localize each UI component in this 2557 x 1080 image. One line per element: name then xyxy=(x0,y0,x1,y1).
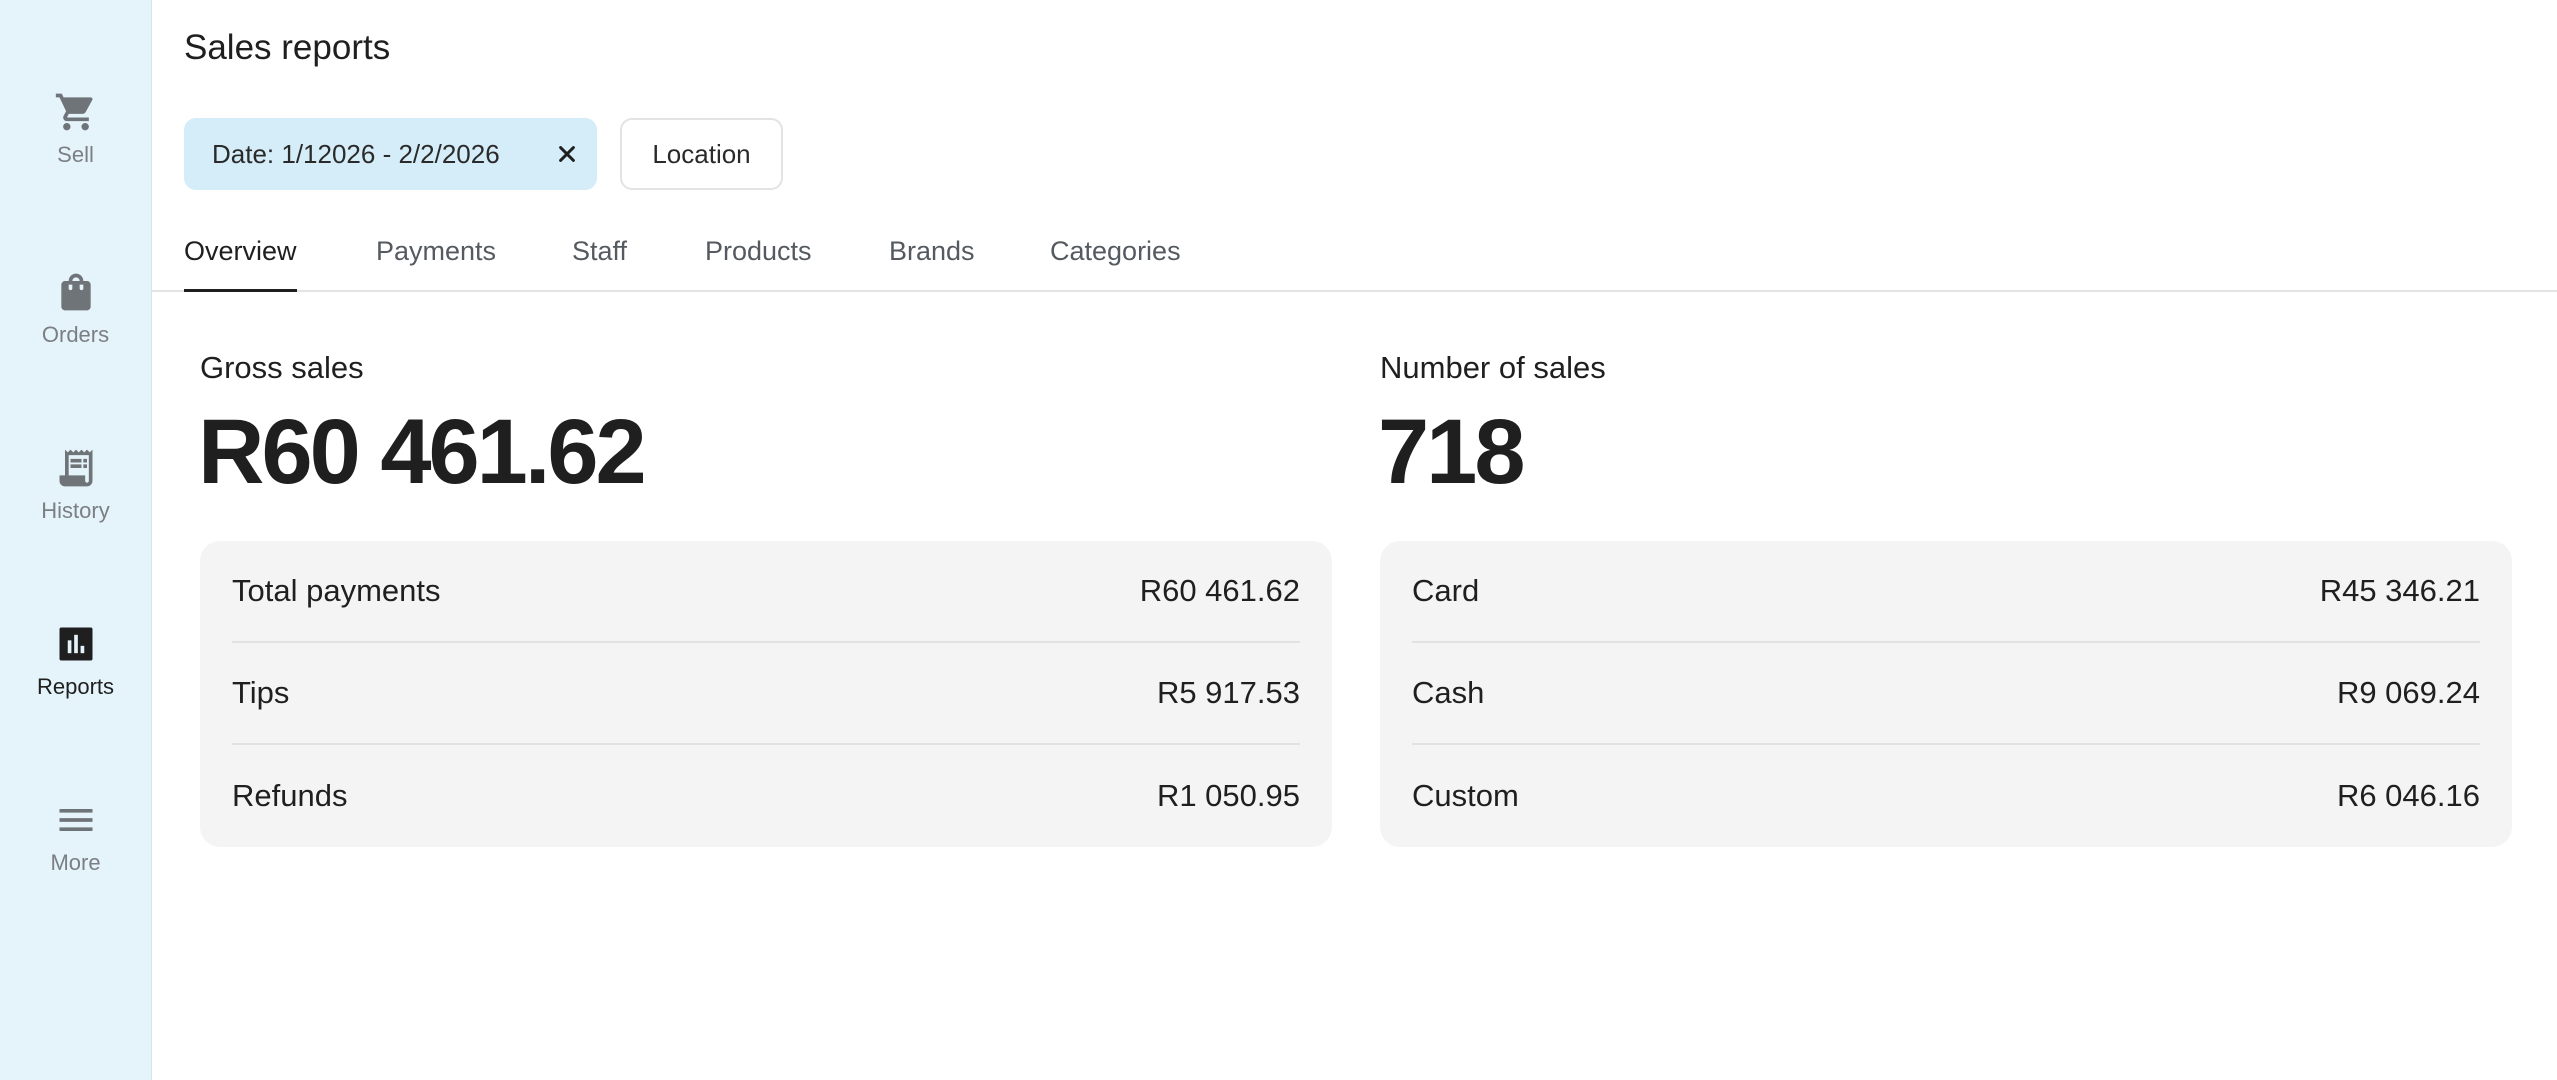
tab-products[interactable]: Products xyxy=(705,236,812,292)
sidebar-item-label: Reports xyxy=(36,674,115,699)
report-tabs: Overview Payments Staff Products Brands … xyxy=(152,230,2557,292)
breakdown-row-total-payments: Total payments R60 461.62 xyxy=(232,541,1300,643)
sidebar-item-label: Orders xyxy=(41,322,110,347)
sidebar-item-label: More xyxy=(50,850,101,875)
gross-sales-value: R60 461.62 xyxy=(198,401,647,503)
sidebar: Sell Orders History Reports More xyxy=(0,0,152,1080)
row-label: Tips xyxy=(232,675,290,710)
sidebar-item-history[interactable]: History xyxy=(0,444,151,564)
breakdown-row-tips: Tips R5 917.53 xyxy=(232,643,1300,745)
tab-categories[interactable]: Categories xyxy=(1050,236,1181,292)
shopping-bag-icon xyxy=(52,268,100,316)
sidebar-item-sell[interactable]: Sell xyxy=(0,88,151,208)
payment-methods-card: Card R45 346.21 Cash R9 069.24 Custom R6… xyxy=(1380,541,2512,847)
breakdown-row-refunds: Refunds R1 050.95 xyxy=(232,745,1300,847)
row-value: R5 917.53 xyxy=(1156,675,1300,710)
menu-icon xyxy=(52,796,100,844)
sidebar-item-label: History xyxy=(41,498,110,523)
row-label: Cash xyxy=(1412,675,1485,710)
cart-icon xyxy=(52,88,100,136)
row-value: R45 346.21 xyxy=(2319,573,2480,608)
sidebar-item-reports[interactable]: Reports xyxy=(0,620,151,740)
receipt-icon xyxy=(52,444,100,492)
app: Sell Orders History Reports More Sales r… xyxy=(0,0,2557,1080)
tab-staff[interactable]: Staff xyxy=(572,236,627,292)
close-icon[interactable] xyxy=(537,124,597,184)
main-content: Sales reports Date: 1/12026 - 2/2/2026 L… xyxy=(152,0,2557,1080)
page-title: Sales reports xyxy=(184,28,391,67)
row-value: R9 069.24 xyxy=(2336,675,2480,710)
row-label: Custom xyxy=(1412,778,1519,813)
sidebar-item-label: Sell xyxy=(57,142,94,167)
row-value: R6 046.16 xyxy=(2336,778,2480,813)
date-filter-chip[interactable]: Date: 1/12026 - 2/2/2026 xyxy=(184,118,597,190)
breakdown-row-card: Card R45 346.21 xyxy=(1412,541,2480,643)
row-label: Total payments xyxy=(232,573,441,608)
gross-sales-label: Gross sales xyxy=(200,350,364,385)
row-label: Card xyxy=(1412,573,1480,608)
number-of-sales-label: Number of sales xyxy=(1380,350,1606,385)
row-value: R1 050.95 xyxy=(1156,778,1300,813)
tab-payments[interactable]: Payments xyxy=(376,236,496,292)
breakdown-row-cash: Cash R9 069.24 xyxy=(1412,643,2480,745)
tab-brands[interactable]: Brands xyxy=(889,236,975,292)
location-filter-label: Location xyxy=(652,138,751,169)
row-value: R60 461.62 xyxy=(1139,573,1300,608)
breakdown-row-custom: Custom R6 046.16 xyxy=(1412,745,2480,847)
date-filter-label: Date: 1/12026 - 2/2/2026 xyxy=(212,138,500,169)
number-of-sales-value: 718 xyxy=(1378,401,1525,503)
sidebar-item-orders[interactable]: Orders xyxy=(0,268,151,388)
bar-chart-icon xyxy=(52,620,100,668)
row-label: Refunds xyxy=(232,778,348,813)
location-filter-button[interactable]: Location xyxy=(620,118,783,190)
gross-sales-breakdown-card: Total payments R60 461.62 Tips R5 917.53… xyxy=(200,541,1332,847)
tab-overview[interactable]: Overview xyxy=(184,236,297,292)
sidebar-item-more[interactable]: More xyxy=(0,796,151,916)
